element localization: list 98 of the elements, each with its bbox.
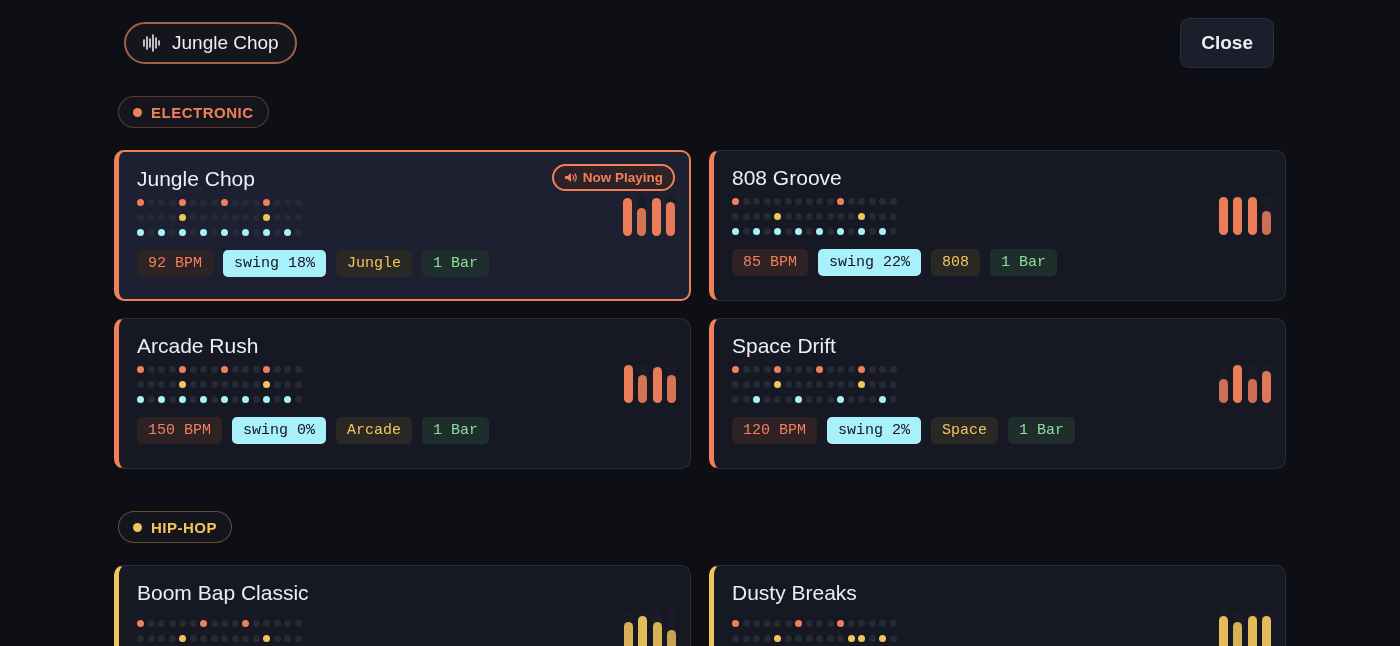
step-dot[interactable] xyxy=(284,395,291,403)
pattern-tag: Arcade xyxy=(336,417,413,444)
pattern-tag: 120 BPM xyxy=(732,417,817,444)
step-dot[interactable] xyxy=(858,635,865,642)
step-dot[interactable] xyxy=(774,212,781,220)
pattern-card[interactable]: Dusty Breaks xyxy=(709,565,1286,646)
pattern-tag: 1 Bar xyxy=(422,417,490,444)
pattern-tag: 1 Bar xyxy=(1008,417,1076,444)
step-dot[interactable] xyxy=(753,395,760,403)
category-name: ELECTRONIC xyxy=(151,103,254,121)
step-dot[interactable] xyxy=(732,197,739,205)
step-dot[interactable] xyxy=(795,395,802,403)
pattern-card[interactable]: Jungle Chop Now Playing 92 BPM swing 18% Jungle 1 Bar xyxy=(114,150,691,301)
step-dot[interactable] xyxy=(774,380,781,388)
step-dot[interactable] xyxy=(221,228,228,236)
step-dot[interactable] xyxy=(221,395,228,403)
step-dot[interactable] xyxy=(879,227,886,235)
step-dot[interactable] xyxy=(879,635,886,642)
step-dot[interactable] xyxy=(221,198,228,206)
category-name: HIP-HOP xyxy=(151,518,217,536)
step-dot[interactable] xyxy=(879,395,886,403)
now-playing-badge: Now Playing xyxy=(551,164,675,191)
pattern-title: Boom Bap Classic xyxy=(137,581,309,605)
pattern-title: 808 Groove xyxy=(732,166,842,190)
close-button[interactable]: Close xyxy=(1180,18,1274,68)
step-dot[interactable] xyxy=(179,198,186,206)
step-dot[interactable] xyxy=(179,228,186,236)
pattern-tag: swing 0% xyxy=(232,417,327,444)
waveform-icon xyxy=(142,34,162,52)
pattern-card[interactable]: 808 Groove 85 BPM swing 22% 808 1 Bar xyxy=(709,150,1286,301)
pattern-tag: Jungle xyxy=(336,250,413,277)
step-dot[interactable] xyxy=(137,198,144,206)
step-dot[interactable] xyxy=(263,198,270,206)
step-dot[interactable] xyxy=(732,620,739,627)
step-dot[interactable] xyxy=(263,365,270,373)
step-dot[interactable] xyxy=(221,365,228,373)
step-dot[interactable] xyxy=(179,395,186,403)
step-dot[interactable] xyxy=(732,365,739,373)
pattern-tag: swing 22% xyxy=(818,249,922,276)
step-dot[interactable] xyxy=(847,635,855,642)
step-dot[interactable] xyxy=(858,365,865,373)
step-dot[interactable] xyxy=(137,365,144,373)
step-dot[interactable] xyxy=(263,228,270,236)
step-dot[interactable] xyxy=(837,620,844,627)
step-dot[interactable] xyxy=(263,395,270,403)
step-dot[interactable] xyxy=(795,620,802,627)
step-dot[interactable] xyxy=(179,380,186,388)
step-dot[interactable] xyxy=(242,395,249,403)
step-dot[interactable] xyxy=(858,227,865,235)
step-dot[interactable] xyxy=(137,395,144,403)
step-dot[interactable] xyxy=(179,635,186,642)
step-dot[interactable] xyxy=(242,620,249,627)
step-dot[interactable] xyxy=(837,227,844,235)
pattern-tag: 808 xyxy=(931,249,981,276)
now-playing-pill[interactable]: Jungle Chop xyxy=(124,22,297,64)
pattern-tag: 1 Bar xyxy=(422,250,490,277)
step-dot[interactable] xyxy=(200,395,207,403)
step-dot[interactable] xyxy=(795,227,802,235)
step-dot[interactable] xyxy=(732,227,739,235)
step-dot[interactable] xyxy=(242,228,249,236)
step-dot[interactable] xyxy=(774,635,781,642)
pattern-card[interactable]: Boom Bap Classic xyxy=(114,565,691,646)
step-dot[interactable] xyxy=(263,213,270,221)
step-dot[interactable] xyxy=(200,620,207,627)
step-dot[interactable] xyxy=(753,227,760,235)
pattern-tag: 85 BPM xyxy=(732,249,808,276)
step-dot[interactable] xyxy=(858,212,865,220)
step-dot[interactable] xyxy=(774,227,781,235)
step-dot[interactable] xyxy=(200,228,207,236)
step-dot[interactable] xyxy=(816,365,823,373)
pattern-tag: Space xyxy=(931,417,999,444)
step-dot[interactable] xyxy=(284,228,291,236)
step-dot[interactable] xyxy=(858,380,865,388)
step-dot[interactable] xyxy=(263,380,270,388)
step-dot[interactable] xyxy=(179,365,186,373)
step-dot[interactable] xyxy=(137,228,144,236)
pattern-tag: 150 BPM xyxy=(137,417,222,444)
pattern-title: Arcade Rush xyxy=(137,334,259,358)
step-dot[interactable] xyxy=(158,228,165,236)
pattern-tag: swing 2% xyxy=(827,417,922,444)
step-dot[interactable] xyxy=(774,365,781,373)
step-dot[interactable] xyxy=(179,213,186,221)
pattern-tag: 1 Bar xyxy=(990,249,1058,276)
pattern-title: Space Drift xyxy=(732,334,836,358)
pattern-tag: 92 BPM xyxy=(137,250,213,277)
step-dot[interactable] xyxy=(837,395,844,403)
step-dot[interactable] xyxy=(158,395,165,403)
pattern-card[interactable]: Space Drift 120 BPM swing 2% Space 1 Bar xyxy=(709,318,1286,469)
pattern-title: Dusty Breaks xyxy=(732,581,857,605)
speaker-icon xyxy=(563,172,577,183)
step-dot[interactable] xyxy=(263,635,270,642)
now-playing-title: Jungle Chop xyxy=(172,32,279,54)
step-dot[interactable] xyxy=(837,197,844,205)
pattern-title: Jungle Chop xyxy=(137,167,255,191)
pattern-card[interactable]: Arcade Rush 150 BPM swing 0% Arcade 1 Bar xyxy=(114,318,691,469)
step-dot[interactable] xyxy=(816,227,823,235)
pattern-tag: swing 18% xyxy=(223,250,327,277)
step-dot[interactable] xyxy=(137,620,144,627)
